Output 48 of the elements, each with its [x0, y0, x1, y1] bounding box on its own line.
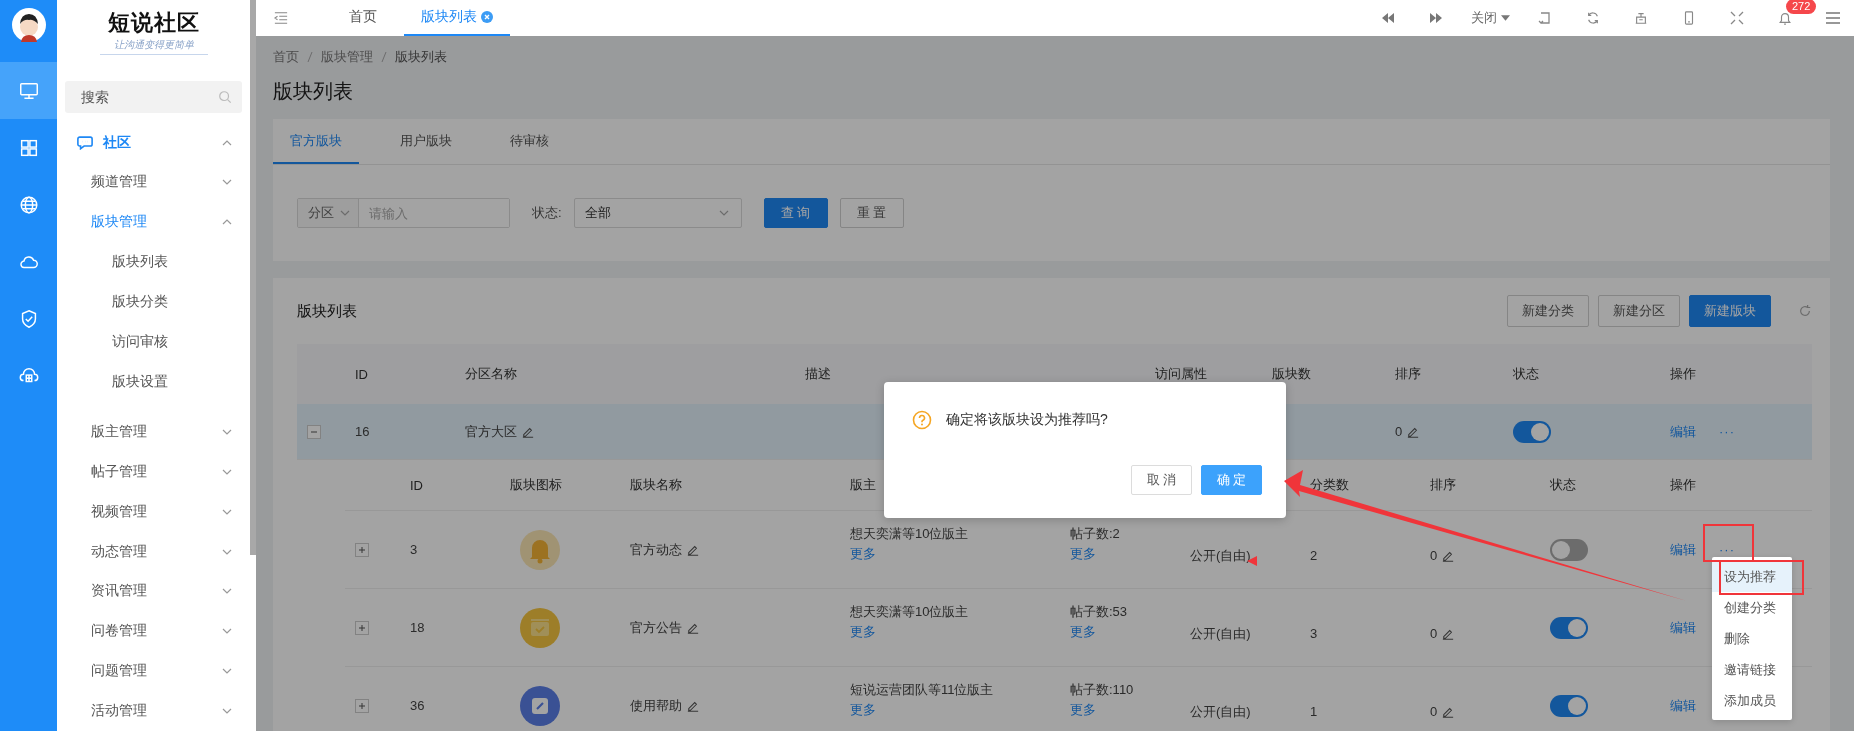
table-cell-text: 18: [409, 620, 426, 635]
table-cell: 2: [1310, 548, 1318, 563]
column-header: 版主: [849, 476, 877, 494]
breadcrumb-item: 版块列表: [395, 48, 447, 66]
column-header: 访问属性: [1154, 365, 1208, 383]
column-header: 排序: [1429, 476, 1457, 494]
column-header: 状态: [1512, 365, 1540, 383]
status-label: 状态:: [532, 204, 562, 222]
list-title: 版块列表: [297, 301, 357, 321]
table-cell: 0: [1430, 626, 1438, 641]
table-cell: 想天奕潇等10位版主: [850, 525, 969, 543]
table-cell: 1: [1310, 704, 1318, 719]
table-cell: 3: [1310, 626, 1318, 641]
notification-badge: 272: [1786, 0, 1817, 14]
table-cell: 官方动态: [630, 540, 682, 559]
table-cell-text: 16: [354, 424, 371, 439]
table-cell: 帖子数:110: [1070, 681, 1134, 699]
table-cell: 官方公告: [630, 618, 682, 637]
column-header: 版块名称: [629, 476, 683, 494]
column-header: 状态: [1549, 476, 1577, 494]
table-cell: 公开(自由): [1190, 624, 1251, 643]
page-title: 版块列表: [273, 79, 354, 104]
table-cell: 帖子数:53: [1070, 603, 1128, 621]
column-header: 操作: [1669, 476, 1697, 494]
table-cell: 0: [1430, 548, 1438, 563]
column-header: 分区名称: [464, 365, 518, 383]
column-header: ID: [409, 477, 424, 493]
table-cell-text: 36: [409, 698, 426, 713]
logo-slogan: 让沟通变得更简单: [99, 38, 208, 56]
table-cell-text: 3: [409, 542, 419, 557]
dialog-message: 确定将该版块设为推荐吗?: [946, 411, 1108, 429]
table-cell: 0: [1395, 424, 1403, 439]
column-header: 描述: [804, 365, 832, 383]
table-cell: 想天奕潇等10位版主: [850, 603, 969, 621]
column-header: 版块数: [1271, 365, 1312, 383]
table-cell: 官方大区: [465, 422, 517, 441]
column-header: 版块图标: [509, 476, 563, 494]
logo-title: 短说社区: [107, 9, 200, 38]
table-cell: 0: [1430, 704, 1438, 719]
column-header: 分类数: [1309, 476, 1350, 494]
table-cell: 短说运营团队等11位版主: [850, 681, 994, 699]
table-cell: 使用帮助: [630, 696, 682, 715]
column-header: ID: [354, 366, 369, 382]
column-header: 排序: [1394, 365, 1422, 383]
table-cell: 公开(自由): [1190, 546, 1251, 565]
column-header: 操作: [1669, 365, 1697, 383]
table-cell: 帖子数:2: [1070, 525, 1120, 543]
table-cell: 公开(自由): [1190, 702, 1251, 721]
